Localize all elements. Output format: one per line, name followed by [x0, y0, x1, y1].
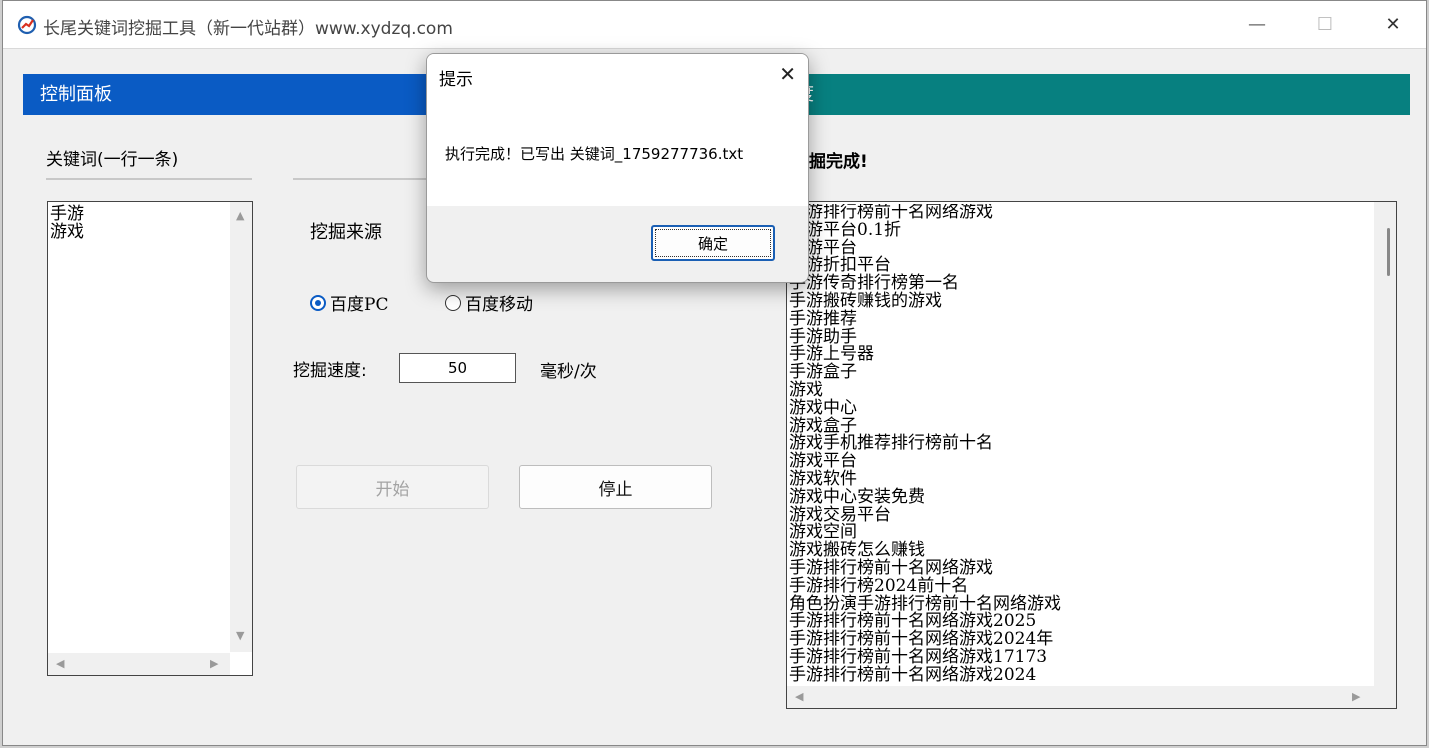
- speed-unit: 毫秒/次: [540, 362, 597, 382]
- keywords-vertical-scrollbar[interactable]: ▲ ▼: [230, 202, 252, 652]
- maximize-button[interactable]: ☐: [1291, 1, 1359, 48]
- title-bar: 长尾关键词挖掘工具（新一代站群）www.xydzq.com — ☐ ✕: [3, 1, 1426, 49]
- dialog-message: 执行完成！已写出 关键词_1759277736.txt: [445, 145, 744, 163]
- results-list: 手游排行榜前十名网络游戏 手游平台0.1折 手游平台 手游折扣平台 手游传奇排行榜第一名…: [789, 204, 1369, 682]
- keywords-divider: [46, 178, 252, 180]
- result-line: 手游搬砖赚钱的游戏: [789, 290, 942, 311]
- radio-baidu-mobile-label: 百度移动: [465, 295, 533, 315]
- results-textarea[interactable]: 手游排行榜前十名网络游戏 手游平台0.1折 手游平台 手游折扣平台 手游传奇排行榜第一名…: [786, 201, 1397, 709]
- source-label: 挖掘来源: [310, 222, 382, 243]
- results-horizontal-scrollbar[interactable]: ◀ ▶: [787, 686, 1396, 708]
- progress-panel-header: 进度: [761, 74, 1410, 115]
- result-line: 游戏: [789, 379, 823, 400]
- close-window-button[interactable]: ✕: [1359, 1, 1427, 48]
- result-line: 游戏手机推荐排行榜前十名: [789, 433, 993, 454]
- scroll-down-icon[interactable]: ▼: [236, 630, 244, 641]
- scroll-up-icon[interactable]: ▲: [236, 210, 244, 221]
- keywords-textarea[interactable]: 手游 游戏 ▲ ▼ ◀ ▶: [47, 201, 253, 676]
- options-divider: [293, 178, 433, 180]
- keywords-text: 手游 游戏: [50, 204, 84, 242]
- scroll-left-icon[interactable]: ◀: [56, 658, 64, 669]
- start-button[interactable]: 开始: [296, 465, 489, 509]
- radio-baidu-mobile[interactable]: 百度移动: [445, 290, 533, 315]
- window-title: 长尾关键词挖掘工具（新一代站群）www.xydzq.com: [43, 19, 453, 39]
- dialog-title: 提示: [439, 70, 473, 90]
- minimize-button[interactable]: —: [1223, 1, 1291, 48]
- progress-panel: 进度 掘完成! 手游排行榜前十名网络游戏手游平台0.1折手游平台手游折扣平台手游…: [761, 74, 1410, 724]
- keywords-label: 关键词(一行一条): [46, 150, 179, 170]
- dialog-body: 提示 ✕ 执行完成！已写出 关键词_1759277736.txt: [427, 54, 808, 206]
- dialog-ok-button[interactable]: 确定: [651, 225, 775, 261]
- result-line: 游戏交易平台: [789, 504, 891, 525]
- radio-selected-icon: [310, 294, 326, 311]
- radio-unselected-icon: [445, 294, 461, 311]
- speed-input[interactable]: 50: [399, 353, 516, 383]
- keywords-horizontal-scrollbar[interactable]: ◀ ▶: [48, 653, 230, 675]
- radio-baidu-pc-label: 百度PC: [330, 295, 389, 315]
- result-line: 手游推荐: [789, 308, 857, 329]
- result-line: 游戏平台: [789, 451, 857, 472]
- scroll-thumb[interactable]: [1387, 228, 1390, 276]
- minimize-icon: —: [1248, 14, 1266, 35]
- result-line: 游戏中心: [789, 397, 857, 418]
- result-line: 手游盒子: [789, 362, 857, 383]
- result-line: 游戏中心安装免费: [789, 486, 925, 507]
- radio-baidu-pc[interactable]: 百度PC: [310, 290, 388, 315]
- stop-button[interactable]: 停止: [519, 465, 712, 509]
- scroll-left-icon[interactable]: ◀: [795, 691, 803, 702]
- result-line: 手游助手: [789, 326, 857, 347]
- progress-status: 掘完成!: [809, 152, 868, 172]
- message-dialog: 提示 ✕ 执行完成！已写出 关键词_1759277736.txt 确定: [426, 53, 809, 283]
- speed-label: 挖掘速度:: [293, 361, 367, 381]
- results-vertical-scrollbar[interactable]: [1374, 202, 1396, 686]
- dialog-close-button[interactable]: ✕: [779, 62, 796, 86]
- scroll-right-icon[interactable]: ▶: [1352, 691, 1360, 702]
- close-icon: ✕: [1385, 14, 1401, 35]
- result-line: 手游排行榜2024前十名: [789, 575, 969, 596]
- result-line: 手游上号器: [789, 344, 874, 365]
- maximize-icon: ☐: [1316, 14, 1334, 35]
- result-line: 手游排行榜前十名网络游戏2024: [789, 664, 1037, 682]
- scroll-right-icon[interactable]: ▶: [210, 658, 218, 669]
- app-logo-icon: [17, 15, 37, 35]
- result-line: 手游平台0.1折: [789, 219, 902, 240]
